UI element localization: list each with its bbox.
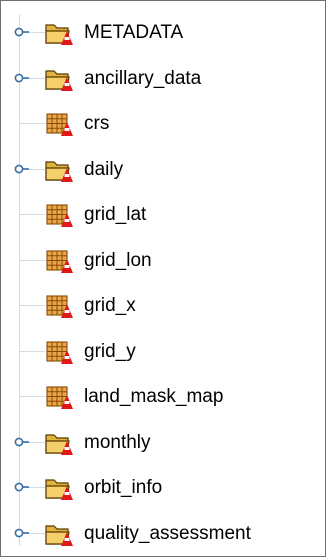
tree-branch-line bbox=[19, 214, 45, 215]
folder-group-icon bbox=[44, 19, 78, 47]
tree-item-orbit-info[interactable]: orbit_info bbox=[1, 466, 325, 510]
tree-item-label: monthly bbox=[84, 431, 151, 453]
dataset-grid-icon bbox=[44, 110, 78, 138]
tree-item-quality-assessment[interactable]: quality_assessment bbox=[1, 512, 325, 556]
tree-item-land-mask-map[interactable]: land_mask_map bbox=[1, 375, 325, 419]
expand-toggle-icon[interactable] bbox=[14, 435, 30, 449]
tree-item-ancillary-data[interactable]: ancillary_data bbox=[1, 57, 325, 101]
tree-item-metadata[interactable]: METADATA bbox=[1, 11, 325, 55]
tree-item-label: METADATA bbox=[84, 22, 184, 43]
expand-toggle-icon[interactable] bbox=[14, 526, 30, 540]
dataset-grid-icon bbox=[44, 292, 78, 320]
expand-toggle-icon[interactable] bbox=[14, 162, 30, 176]
tree-item-label: grid_x bbox=[84, 295, 136, 316]
tree-item-label: land_mask_map bbox=[84, 386, 224, 407]
tree-item-label: quality_assessment bbox=[84, 522, 251, 544]
tree-item-grid-y[interactable]: grid_y bbox=[1, 330, 325, 374]
tree-item-label: daily bbox=[84, 158, 124, 180]
folder-group-icon bbox=[44, 474, 78, 502]
folder-group-icon bbox=[44, 156, 78, 184]
tree-item-label: grid_lon bbox=[84, 249, 152, 271]
expand-toggle-icon[interactable] bbox=[14, 25, 30, 39]
tree-branch-line bbox=[19, 396, 45, 397]
dataset-grid-icon bbox=[44, 201, 78, 229]
expand-toggle-icon[interactable] bbox=[14, 71, 30, 85]
tree-item-label: grid_y bbox=[84, 340, 136, 362]
tree-branch-line bbox=[19, 350, 45, 352]
tree-branch-line bbox=[19, 259, 45, 261]
tree-item-label: ancillary_data bbox=[84, 67, 202, 89]
tree-item-crs[interactable]: crs bbox=[1, 102, 325, 146]
tree-item-monthly[interactable]: monthly bbox=[1, 421, 325, 465]
folder-group-icon bbox=[44, 65, 78, 93]
dataset-grid-icon bbox=[44, 247, 78, 275]
tree-item-label: crs bbox=[84, 113, 110, 134]
folder-group-icon bbox=[44, 429, 78, 457]
tree-panel: METADATA ancillary_datacrs daily grid_latgr… bbox=[0, 0, 326, 557]
tree-branch-line bbox=[19, 305, 45, 306]
tree-branch-line bbox=[19, 123, 45, 124]
tree-item-grid-x[interactable]: grid_x bbox=[1, 284, 325, 328]
dataset-grid-icon bbox=[44, 383, 78, 411]
tree-item-grid-lon[interactable]: grid_lon bbox=[1, 239, 325, 283]
tree-item-label: grid_lat bbox=[84, 204, 147, 225]
folder-group-icon bbox=[44, 520, 78, 548]
file-tree: METADATA ancillary_datacrs daily grid_latgr… bbox=[1, 1, 325, 556]
tree-item-label: orbit_info bbox=[84, 477, 163, 498]
tree-item-grid-lat[interactable]: grid_lat bbox=[1, 193, 325, 237]
tree-item-daily[interactable]: daily bbox=[1, 148, 325, 192]
expand-toggle-icon[interactable] bbox=[14, 480, 30, 494]
dataset-grid-icon bbox=[44, 338, 78, 366]
